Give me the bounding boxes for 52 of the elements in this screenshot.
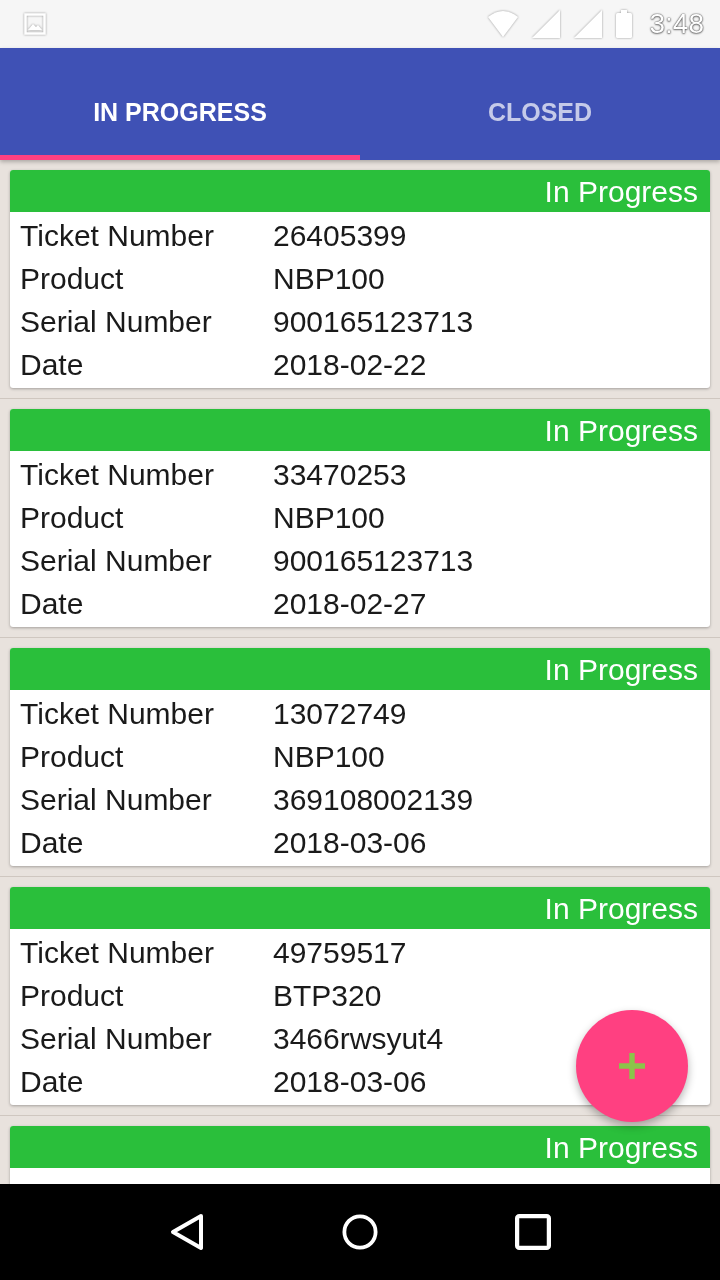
field-value: 13072749 (273, 696, 407, 731)
field-label: Product (19, 739, 125, 774)
field-label: Date (19, 825, 85, 860)
status-banner: In Progress (10, 170, 710, 212)
field-value: NBP100 (273, 261, 385, 296)
signal-icon (531, 10, 560, 38)
field-label: Serial Number (19, 543, 213, 578)
field-value: 900165123713 (273, 304, 474, 339)
field-value: BTP320 (273, 978, 382, 1013)
field-label: Date (19, 1064, 85, 1099)
ticket-card[interactable]: In Progress Ticket Number 13072749 Product NBP100 Serial Number 369108002139 Date 2018-03-06 (10, 648, 710, 866)
field-value: NBP100 (273, 500, 385, 535)
field-value: 369108002139 (273, 782, 474, 817)
status-banner: In Progress (10, 648, 710, 690)
field-label: Ticket Number (19, 457, 215, 492)
status-banner: In Progress (10, 409, 710, 451)
ticket-card[interactable]: In Progress Ticket Number 33470253 Product NBP100 Serial Number 900165123713 Date 2018-02-27 (10, 409, 710, 627)
field-label: Date (19, 586, 85, 621)
wifi-icon (487, 11, 518, 37)
battery-icon (615, 10, 632, 38)
status-banner: In Progress (10, 1126, 710, 1168)
field-label: Product (19, 261, 125, 296)
field-label: Ticket Number (19, 218, 215, 253)
tab[interactable]: CLOSED (360, 64, 720, 160)
field-label: Serial Number (19, 304, 213, 339)
field-label: Product (19, 500, 125, 535)
image-icon (24, 13, 46, 35)
field-label: Serial Number (19, 782, 213, 817)
field-label: Ticket Number (19, 696, 215, 731)
field-value: 2018-03-06 (273, 1064, 427, 1099)
plus-icon (619, 1053, 645, 1079)
recents-icon[interactable] (515, 1213, 552, 1251)
field-label: Product (19, 978, 125, 1013)
ticket-card[interactable]: In Progress Ticket Number 49759517 Product BTP320 Serial Number 3466rwsyut4 Date 2018-03-06 (10, 887, 710, 1105)
field-value: 900165123713 (273, 543, 474, 578)
back-icon[interactable] (168, 1213, 205, 1251)
field-value: 2018-03-06 (273, 825, 427, 860)
field-value: NBP100 (273, 739, 385, 774)
field-value: 3466rwsyut4 (273, 1021, 444, 1056)
field-value: 2018-02-27 (273, 586, 427, 621)
field-label: Ticket Number (19, 935, 215, 970)
field-value: 33470253 (273, 457, 407, 492)
status-banner: In Progress (10, 887, 710, 929)
home-icon[interactable] (342, 1213, 378, 1251)
field-label: Serial Number (19, 1021, 213, 1056)
clock-time: 3:48 (649, 8, 704, 40)
field-value: 49759517 (273, 935, 407, 970)
field-value: 26405399 (273, 218, 407, 253)
ticket-card[interactable]: In Progress Ticket Number 26405399 Product NBP100 Serial Number 900165123713 Date 2018-02-22 (10, 170, 710, 388)
signal-icon (573, 10, 602, 38)
field-label: Date (19, 347, 85, 382)
field-value: 2018-02-22 (273, 347, 427, 382)
